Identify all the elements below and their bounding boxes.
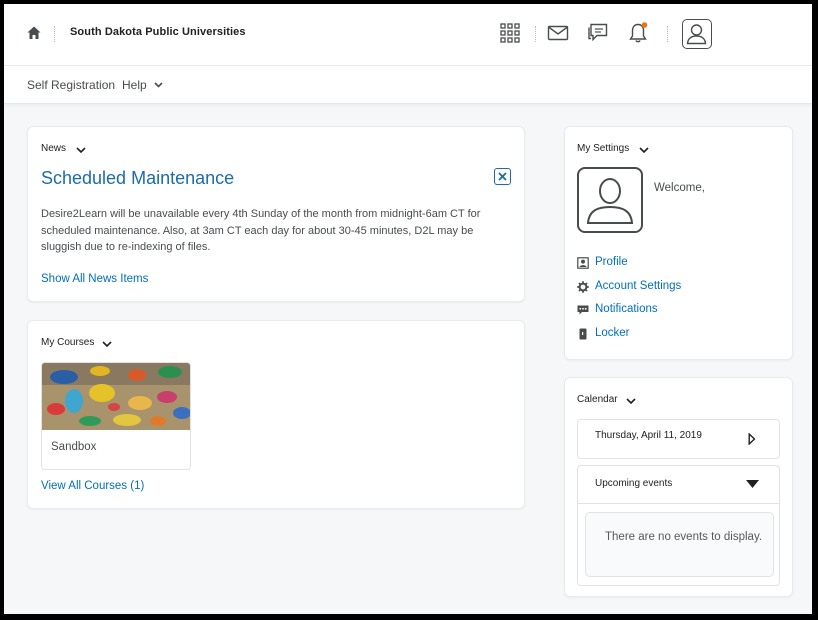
divider [667, 26, 668, 42]
welcome-text: Welcome, [654, 182, 705, 194]
profile-card-icon [577, 257, 589, 269]
divider [54, 26, 55, 42]
empty-events-message: There are no events to display. [585, 512, 774, 577]
calendar-widget: Calendar Thursday, April 11, 2019 Upcomi… [564, 377, 793, 597]
user-avatar-button[interactable] [682, 19, 712, 49]
chevron-down-icon [154, 82, 163, 88]
top-navbar: South Dakota Public Universities [4, 4, 812, 66]
chevron-down-icon[interactable] [639, 147, 649, 153]
upcoming-events-panel: Upcoming events There are no events to d… [577, 465, 780, 586]
settings-item-account-settings[interactable]: Account Settings [577, 280, 707, 296]
waffle-icon[interactable] [498, 21, 522, 45]
avatar-icon [686, 24, 707, 45]
chevron-right-icon[interactable] [748, 433, 756, 445]
settings-item-label: Account Settings [595, 280, 682, 292]
my-courses-widget: My Courses Sandbox View All Courses (1) [27, 320, 525, 509]
my-courses-widget-title: My Courses [41, 337, 95, 348]
profile-image[interactable] [577, 167, 643, 233]
settings-item-locker[interactable]: Locker [577, 327, 657, 343]
chat-icon[interactable] [586, 21, 610, 45]
locker-icon [579, 328, 587, 340]
mail-icon[interactable] [546, 21, 570, 45]
dismiss-button[interactable] [494, 168, 511, 185]
news-item-heading[interactable]: Scheduled Maintenance [41, 168, 234, 189]
settings-item-profile[interactable]: Profile [577, 256, 677, 272]
caret-down-icon [746, 480, 759, 488]
news-item-body: Desire2Learn will be unavailable every 4… [41, 208, 481, 253]
settings-item-label: Locker [595, 327, 630, 339]
course-name[interactable]: Sandbox [51, 441, 96, 453]
empty-events-text: There are no events to display. [605, 531, 763, 543]
nav-help[interactable]: Help [122, 78, 163, 92]
org-name[interactable]: South Dakota Public Universities [70, 26, 246, 38]
bell-icon[interactable] [626, 21, 650, 45]
speech-bubble-icon [577, 305, 589, 315]
view-all-courses-link[interactable]: View All Courses (1) [41, 480, 144, 492]
settings-item-label: Notifications [595, 303, 658, 315]
course-card[interactable]: Sandbox [41, 362, 191, 470]
chevron-down-icon[interactable] [76, 147, 86, 153]
calendar-widget-title: Calendar [577, 394, 618, 405]
nav-self-registration[interactable]: Self Registration [27, 78, 115, 92]
settings-item-label: Profile [595, 256, 628, 268]
upcoming-events-header[interactable]: Upcoming events [578, 466, 779, 504]
chevron-down-icon[interactable] [102, 341, 112, 347]
my-settings-widget-title: My Settings [577, 143, 630, 154]
course-image [42, 363, 190, 430]
show-all-news-link[interactable]: Show All News Items [41, 273, 148, 285]
news-widget: News Scheduled Maintenance Desire2Learn … [27, 126, 525, 302]
home-icon[interactable] [26, 25, 42, 41]
page-frame: South Dakota Public Universities Self Re… [0, 0, 818, 620]
navigation-bar: Self Registration Help [4, 66, 812, 104]
gear-icon [577, 281, 589, 293]
divider [535, 26, 536, 42]
close-icon [498, 172, 507, 181]
chevron-down-icon[interactable] [626, 398, 636, 404]
nav-help-label: Help [122, 78, 147, 92]
news-widget-title: News [41, 143, 67, 154]
calendar-date: Thursday, April 11, 2019 [595, 430, 702, 441]
settings-item-notifications[interactable]: Notifications [577, 303, 687, 319]
upcoming-events-label: Upcoming events [595, 478, 673, 489]
my-settings-widget: My Settings Welcome, Profile Account Set… [564, 126, 793, 360]
calendar-date-selector[interactable]: Thursday, April 11, 2019 [577, 419, 780, 459]
avatar-icon [586, 178, 634, 224]
